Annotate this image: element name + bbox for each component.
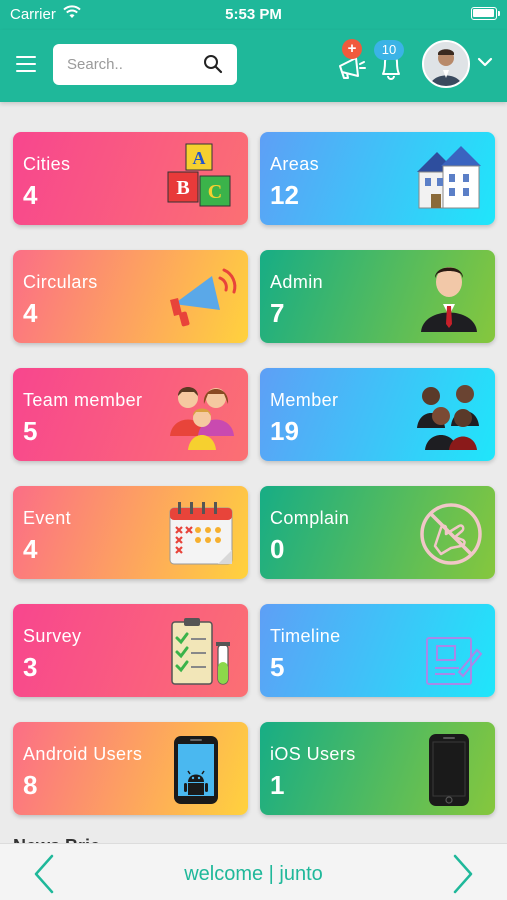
card-cities[interactable]: Cities 4 A B C bbox=[13, 132, 248, 225]
group-icon bbox=[417, 385, 479, 450]
card-label: Admin bbox=[270, 272, 324, 292]
card-android-users[interactable]: Android Users 8 bbox=[13, 722, 248, 815]
card-member[interactable]: Member 19 bbox=[260, 368, 495, 461]
status-bar: Carrier 5:53 PM bbox=[0, 0, 507, 30]
bottom-nav-bar: welcome | junto bbox=[0, 843, 507, 900]
svg-text:A: A bbox=[193, 148, 206, 168]
card-admin[interactable]: Admin 7 bbox=[260, 250, 495, 343]
chevron-down-icon[interactable] bbox=[477, 56, 493, 68]
clock: 5:53 PM bbox=[225, 6, 282, 23]
avatar-person-icon bbox=[424, 42, 468, 86]
card-count: 0 bbox=[270, 534, 285, 564]
hamburger-icon[interactable] bbox=[16, 56, 36, 72]
card-label: Member bbox=[270, 390, 339, 410]
iphone-icon bbox=[429, 734, 469, 806]
card-count: 5 bbox=[23, 416, 38, 446]
card-count: 4 bbox=[23, 298, 38, 328]
card-count: 5 bbox=[270, 652, 285, 682]
card-label: Android Users bbox=[23, 744, 143, 764]
announcement-button[interactable]: + bbox=[334, 39, 370, 84]
app-header: + 10 bbox=[0, 30, 507, 102]
notification-button[interactable]: 10 bbox=[374, 40, 408, 84]
card-count: 1 bbox=[270, 770, 285, 800]
card-timeline[interactable]: Timeline 5 bbox=[260, 604, 495, 697]
search-icon[interactable] bbox=[203, 54, 223, 74]
card-label: Complain bbox=[270, 508, 350, 528]
card-label: Areas bbox=[270, 154, 320, 174]
notification-count-badge: 10 bbox=[374, 40, 404, 60]
calendar-icon bbox=[169, 502, 233, 565]
card-circulars[interactable]: Circulars 4 bbox=[13, 250, 248, 343]
card-count: 3 bbox=[23, 652, 38, 682]
search-input[interactable] bbox=[67, 54, 197, 74]
complain-hand-icon bbox=[420, 503, 482, 565]
svg-text:C: C bbox=[208, 181, 222, 203]
card-team-member[interactable]: Team member 5 bbox=[13, 368, 248, 461]
abc-blocks-icon: A B C bbox=[167, 143, 231, 207]
card-label: Survey bbox=[23, 626, 82, 646]
card-label: Circulars bbox=[23, 272, 98, 292]
android-phone-icon bbox=[174, 736, 218, 804]
user-avatar[interactable] bbox=[422, 40, 470, 88]
card-count: 7 bbox=[270, 298, 285, 328]
card-label: iOS Users bbox=[270, 744, 356, 764]
clipboard-checklist-icon bbox=[171, 618, 230, 685]
card-label: Team member bbox=[23, 390, 143, 410]
card-count: 4 bbox=[23, 180, 38, 210]
card-count: 12 bbox=[270, 180, 299, 210]
card-count: 4 bbox=[23, 534, 38, 564]
card-ios-users[interactable]: iOS Users 1 bbox=[260, 722, 495, 815]
welcome-text: welcome | junto bbox=[184, 863, 323, 885]
battery-icon bbox=[471, 7, 500, 20]
chevron-right-icon[interactable] bbox=[451, 854, 475, 894]
megaphone-icon bbox=[170, 268, 237, 327]
card-complain[interactable]: Complain 0 bbox=[260, 486, 495, 579]
building-icon bbox=[417, 146, 481, 209]
announcement-badge: + bbox=[342, 39, 362, 59]
svg-text:B: B bbox=[176, 177, 189, 199]
card-survey[interactable]: Survey 3 bbox=[13, 604, 248, 697]
card-label: Timeline bbox=[270, 626, 341, 646]
family-icon bbox=[170, 387, 234, 450]
card-areas[interactable]: Areas 12 bbox=[260, 132, 495, 225]
card-event[interactable]: Event 4 bbox=[13, 486, 248, 579]
card-count: 19 bbox=[270, 416, 299, 446]
document-sign-icon bbox=[426, 637, 483, 685]
search-box bbox=[53, 44, 237, 85]
businessman-icon bbox=[421, 267, 477, 332]
card-count: 8 bbox=[23, 770, 38, 800]
card-label: Cities bbox=[23, 154, 71, 174]
card-label: Event bbox=[23, 508, 72, 528]
